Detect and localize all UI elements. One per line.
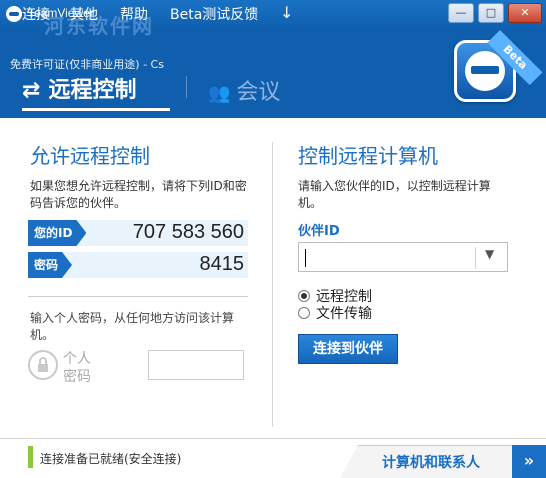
tab-remote-control[interactable]: ⇄ 远程控制 — [22, 72, 136, 104]
menu-beta-feedback[interactable]: Beta测试反馈 — [170, 4, 258, 24]
password-value[interactable]: 8415 — [200, 253, 245, 276]
text-caret — [305, 249, 306, 267]
menu-other[interactable]: 其他 — [70, 4, 98, 24]
allow-remote-control-title: 允许远程控制 — [30, 144, 150, 168]
computers-contacts-label[interactable]: 计算机和联系人 — [382, 452, 480, 472]
panel-divider — [272, 142, 273, 427]
download-icon[interactable]: ↓ — [280, 3, 293, 22]
teamviewer-logo-circle — [465, 51, 505, 91]
control-remote-computer-title: 控制远程计算机 — [298, 144, 438, 168]
radio-button-checked[interactable] — [298, 290, 310, 302]
personal-password-description: 输入个人密码，从任何地方访问该计算机。 — [30, 311, 235, 342]
radio-file-transfer-label: 文件传输 — [316, 306, 372, 322]
status-indicator — [28, 446, 33, 468]
tab-remote-control-label: 远程控制 — [48, 78, 137, 103]
password-row: 密码 8415 — [28, 252, 248, 278]
minimize-button[interactable]: — — [448, 3, 474, 23]
swap-arrows-icon: ⇄ — [22, 78, 41, 103]
active-tab-indicator — [22, 108, 170, 111]
radio-button-unchecked[interactable] — [298, 307, 310, 319]
lock-body — [38, 364, 48, 372]
menu-connect[interactable]: 连接 — [22, 4, 50, 24]
chevron-down-icon[interactable]: ▼ — [485, 247, 494, 261]
partner-id-input[interactable]: ▼ — [298, 242, 508, 272]
password-label: 密码 — [28, 252, 72, 278]
tab-meeting-label: 会议 — [236, 80, 281, 105]
left-divider — [28, 296, 248, 297]
your-id-value[interactable]: 707 583 560 — [133, 221, 244, 244]
your-id-label: 您的ID — [28, 220, 86, 246]
allow-remote-control-description: 如果您想允许远程控制，请将下列ID和密码告诉您的伙伴。 — [30, 179, 247, 210]
tab-separator — [186, 76, 187, 98]
radio-file-transfer[interactable]: 文件传输 — [298, 303, 372, 323]
teamviewer-logo-arrow-icon — [471, 66, 499, 74]
your-id-row: 您的ID 707 583 560 — [28, 220, 248, 246]
connect-to-partner-button[interactable]: 连接到伙伴 — [298, 334, 398, 364]
personal-password-input[interactable] — [148, 350, 244, 380]
personal-password-label: 个人密码 — [63, 351, 91, 385]
partner-id-label: 伙伴ID — [298, 224, 340, 239]
tab-meeting[interactable]: 👥 会议 — [208, 74, 280, 106]
menu-help[interactable]: 帮助 — [120, 4, 148, 24]
group-icon: 👥 — [208, 83, 231, 104]
dropdown-separator — [475, 247, 476, 269]
expand-contacts-button[interactable]: » — [512, 445, 546, 478]
control-remote-computer-description: 请输入您伙伴的ID，以控制远程计算机。 — [298, 179, 491, 210]
teamviewer-app-icon — [6, 6, 22, 22]
status-text: 连接准备已就绪(安全连接) — [40, 452, 182, 466]
license-text: 免费许可证(仅非商业用途) - Cs — [10, 58, 164, 71]
lock-icon — [28, 350, 58, 380]
close-button[interactable]: ✕ — [508, 3, 542, 23]
maximize-button[interactable]: □ — [478, 3, 504, 23]
